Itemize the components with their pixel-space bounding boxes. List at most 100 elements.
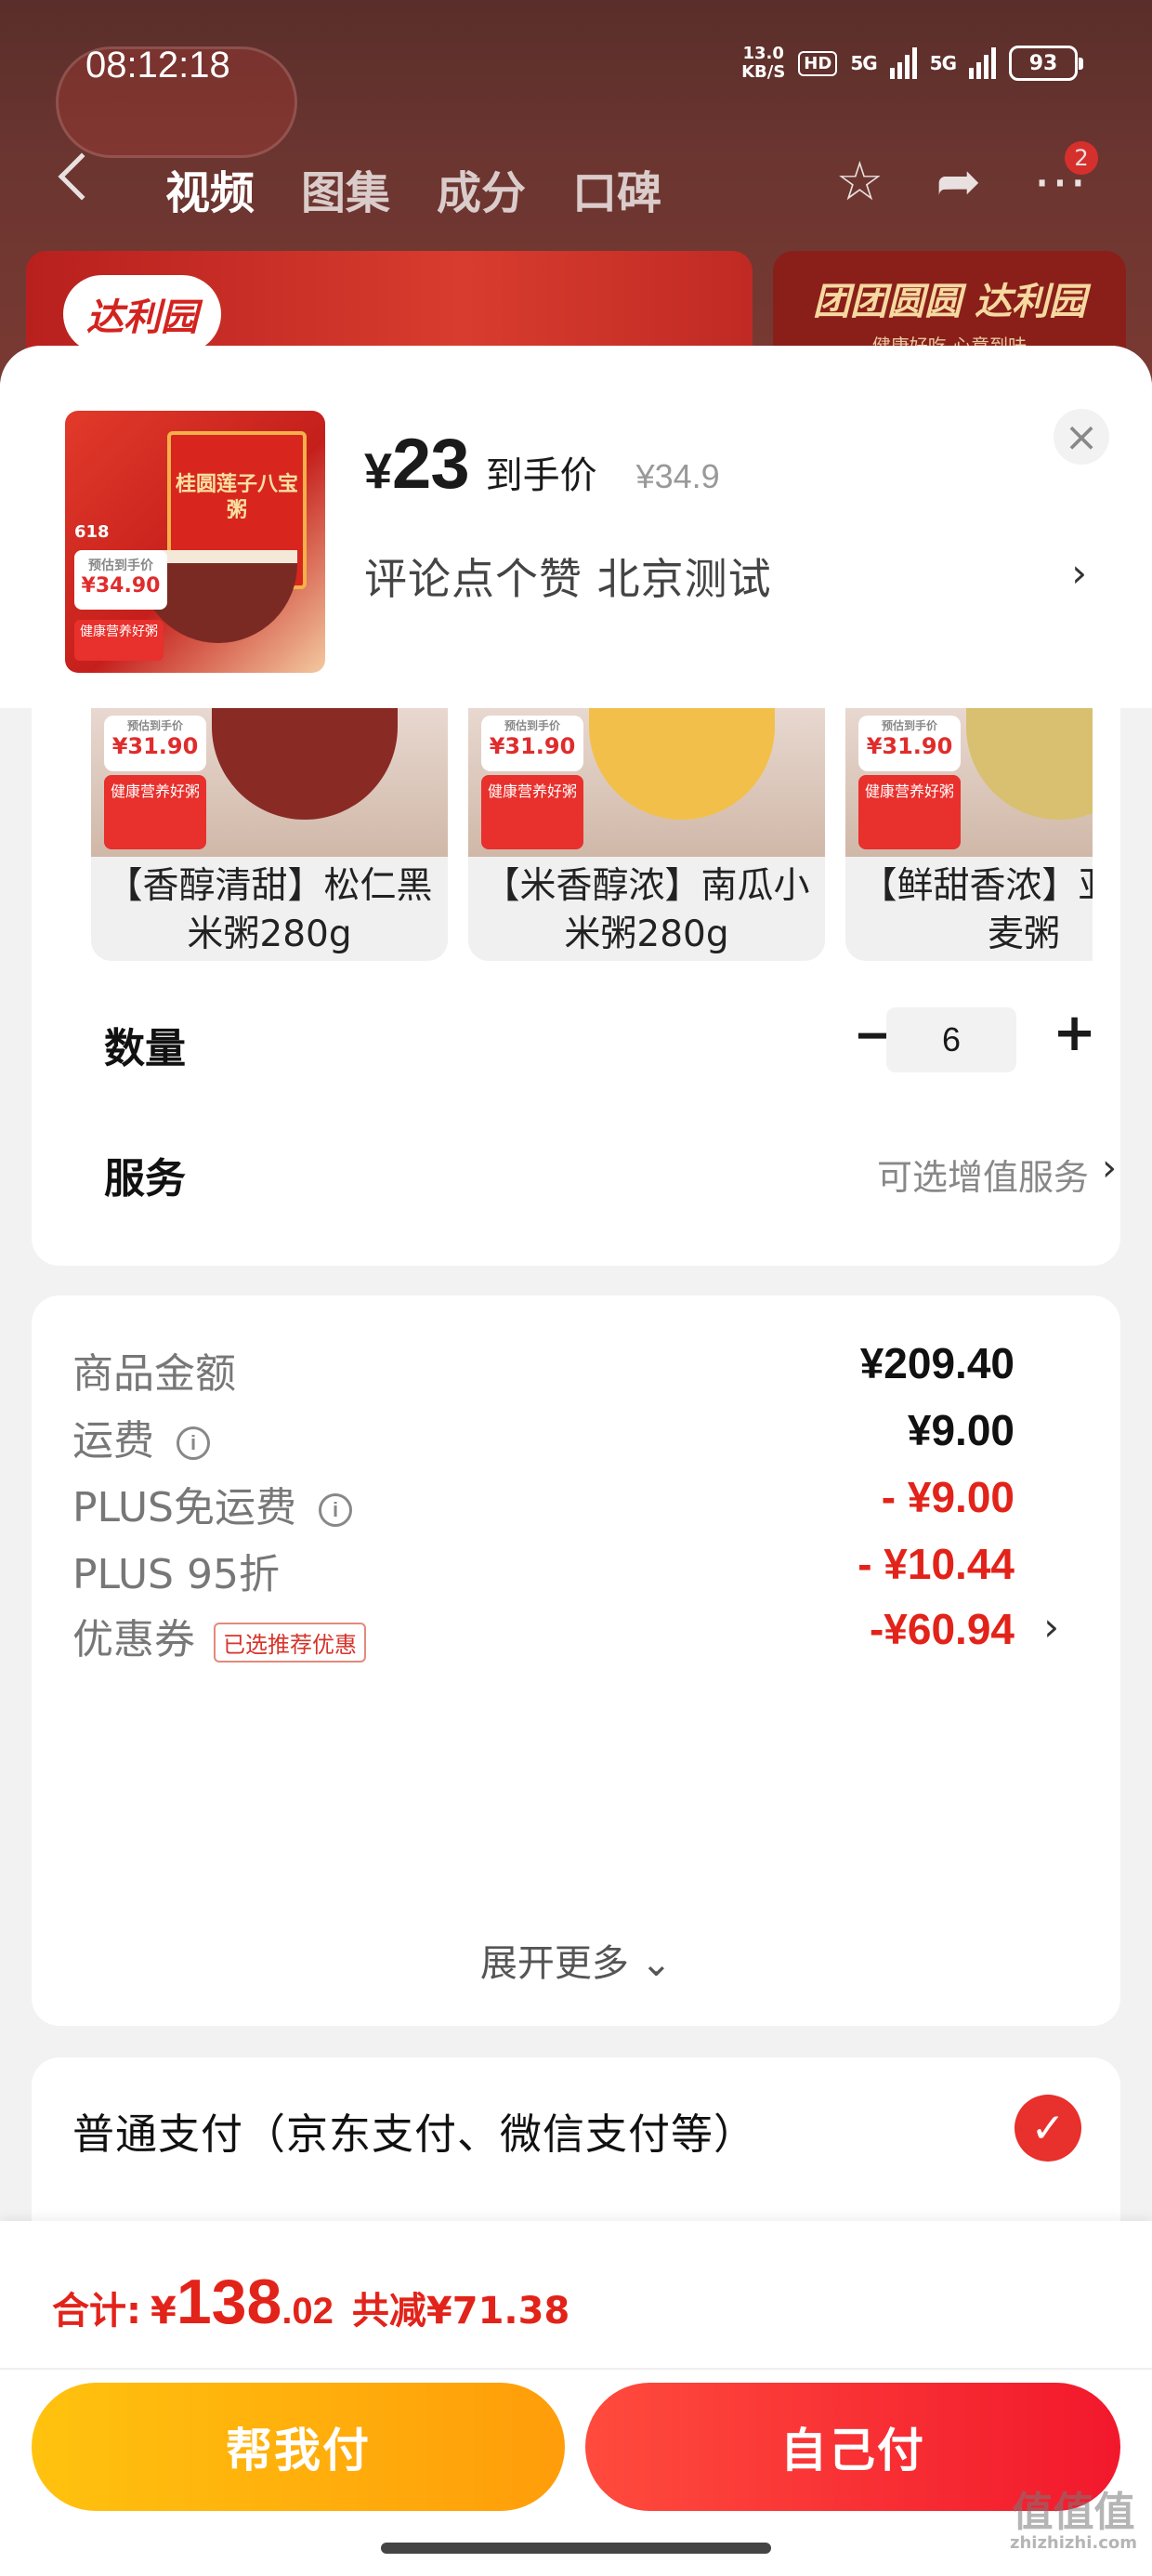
tab-gallery[interactable]: 图集 [301, 156, 390, 221]
chevron-right-icon: › [1043, 1604, 1059, 1649]
close-button[interactable]: × [1054, 409, 1109, 465]
total-label: 合计: [52, 2290, 141, 2333]
tab-video[interactable]: 视频 [165, 156, 255, 221]
coupon-tag: 已选推荐优惠 [214, 1622, 366, 1663]
variant-tag: 健康营养好粥 [858, 775, 961, 849]
summary-label: 运费 [72, 1417, 154, 1465]
thumb-618-label: 618 [74, 522, 110, 542]
more-icon[interactable]: ⋯ 2 [1033, 141, 1098, 214]
network-speed: 13.0 KB/S [741, 45, 785, 82]
thumb-tag: 健康营养好粥 [74, 620, 164, 661]
variant-price: 预估到手价 ¥31.90 [858, 716, 961, 771]
expand-more-button[interactable]: 展开更多 ⌄ [32, 1933, 1120, 1987]
watermark-logo: 值值值 zhizhizhi.com [1010, 2492, 1137, 2554]
notification-badge: 2 [1065, 141, 1098, 175]
price-row: ¥ 23 到手价 ¥34.9 [364, 424, 720, 505]
help-pay-button[interactable]: 帮我付 [32, 2383, 565, 2511]
summary-label: PLUS 95折 [72, 1551, 280, 1598]
variant-tag: 健康营养好粥 [104, 775, 206, 849]
currency-symbol: ¥ [364, 443, 393, 499]
quantity-input[interactable]: 6 [886, 1007, 1016, 1072]
price-summary-card: 商品金额 ¥209.40 运费 i ¥9.00 PLUS免运费 i - ¥9.00 … [32, 1295, 1120, 2026]
variant-price-value: ¥31.90 [866, 733, 953, 759]
variant-image: 预估到手价 ¥31.90 健康营养好粥 [468, 708, 825, 857]
summary-label-wrap: 优惠券 已选推荐优惠 [72, 1606, 366, 1665]
variant-item[interactable]: 预估到手价 ¥31.90 健康营养好粥 【香醇清甜】松仁黑米粥280g [91, 708, 448, 961]
variant-name: 【鲜甜香浓】亚籽燕麦粥 [860, 865, 1093, 955]
brand-logo: 达利园 [63, 275, 221, 353]
original-price: ¥34.9 [635, 457, 720, 495]
variant-bowl [966, 708, 1093, 820]
service-row[interactable]: 服务 可选增值服务 › [104, 1132, 1117, 1206]
summary-line-coupon[interactable]: 优惠券 已选推荐优惠 -¥60.94 › [72, 1598, 1080, 1663]
variant-item[interactable]: 预估到手价 ¥31.90 健康营养好粥 【米香醇浓】南瓜小米粥280g [468, 708, 825, 961]
variant-price-value: ¥31.90 [489, 733, 576, 759]
home-indicator[interactable] [381, 2543, 771, 2554]
brand-banner-title: 团团圆圆 达利园 [813, 281, 1086, 323]
quantity-plus-button[interactable]: + [1053, 1007, 1096, 1059]
info-icon[interactable]: i [177, 1426, 210, 1460]
summary-line-shipping: 运费 i ¥9.00 [72, 1400, 1080, 1465]
chevron-right-icon[interactable]: › [1071, 550, 1087, 596]
variant-tag: 健康营养好粥 [481, 775, 583, 849]
variant-image: 预估到手价 ¥31.90 健康营养好粥 [845, 708, 1093, 857]
status-icons: 13.0 KB/S HD 5G 5G 93 [741, 45, 1083, 82]
variant-bowl [589, 708, 775, 820]
tab-reviews[interactable]: 口碑 [572, 156, 661, 221]
product-thumbnail[interactable]: 桂圆莲子八宝粥 618 预估到手价 ¥34.90 健康营养好粥 [65, 411, 325, 673]
variant-name: 【香醇清甜】松仁黑米粥280g [106, 865, 433, 955]
summary-value: ¥209.40 [859, 1339, 1015, 1387]
share-icon[interactable]: ➦ [936, 149, 981, 214]
watermark-text: 值值值 [1012, 2489, 1135, 2536]
divider [0, 2368, 1152, 2370]
total-integer: 138 [176, 2267, 282, 2337]
thumb-price: 预估到手价 ¥34.90 [74, 550, 167, 610]
chevron-down-icon: ⌄ [640, 1942, 673, 1985]
summary-value: - ¥10.44 [857, 1540, 1015, 1588]
thumb-price-label: 预估到手价 [88, 559, 153, 573]
quantity-row: 数量 − 6 + [104, 1002, 1117, 1076]
info-icon[interactable]: i [319, 1493, 352, 1527]
summary-label: 商品金额 [72, 1350, 236, 1398]
chevron-right-icon: › [1102, 1147, 1117, 1189]
variant-bowl [212, 708, 398, 820]
summary-label-wrap: PLUS免运费 i [72, 1474, 352, 1533]
variant-item[interactable]: 预估到手价¥31.90 健康营养好粥 【鲜甜香浓】亚籽燕麦粥 [845, 708, 1093, 961]
close-icon: × [1064, 413, 1099, 461]
variant-price: 预估到手价 ¥31.90 [481, 716, 583, 771]
summary-value: -¥60.94 [869, 1605, 1015, 1653]
variant-price-label: 预估到手价 [881, 719, 937, 732]
variant-price-label: 预估到手价 [126, 719, 183, 732]
tab-ingredients[interactable]: 成分 [437, 156, 526, 221]
signal-bars-icon-2 [969, 47, 996, 79]
quantity-label: 数量 [104, 1025, 186, 1072]
variant-list[interactable]: 预估到手价 ¥31.90 健康营养好粥 【香醇清甜】松仁黑米粥280g 预估到手价… [91, 708, 1093, 961]
total-decimal: .02 [281, 2291, 334, 2332]
signal-5g-label: 5G [850, 52, 877, 74]
bottom-bar: 合计: ¥ 138 .02 共减¥71.38 帮我付 自己付 值值值 zhizhi… [0, 2221, 1152, 2576]
summary-line-plus-discount: PLUS 95折 - ¥10.44 [72, 1533, 1080, 1598]
back-icon[interactable] [58, 152, 106, 201]
check-icon[interactable]: ✓ [1015, 2095, 1081, 2162]
watermark-sub: zhizhizhi.com [1009, 2533, 1137, 2553]
expand-more-label: 展开更多 [479, 1942, 629, 1985]
signal-bars-icon [889, 47, 917, 79]
nav-actions: ☆ ➦ ⋯ 2 [835, 141, 1098, 214]
speed-unit: KB/S [741, 62, 786, 82]
star-icon[interactable]: ☆ [835, 149, 884, 214]
variant-price-label: 预估到手价 [504, 719, 560, 732]
service-value: 可选增值服务 [876, 1157, 1089, 1198]
nav-tabs: 视频 图集 成分 口碑 [165, 156, 661, 221]
summary-value: - ¥9.00 [881, 1473, 1015, 1521]
payment-method-label[interactable]: 普通支付（京东支付、微信支付等） [72, 2100, 756, 2161]
variant-price: 预估到手价 ¥31.90 [104, 716, 206, 771]
status-time: 08:12:18 [85, 45, 230, 85]
battery-icon: 93 [1009, 46, 1083, 81]
variant-name: 【米香醇浓】南瓜小米粥280g [483, 865, 810, 955]
sheet-header: 桂圆莲子八宝粥 618 预估到手价 ¥34.90 健康营养好粥 ¥ 23 到手价 … [0, 346, 1152, 708]
total-saved: 共减¥71.38 [351, 2290, 570, 2333]
status-bar: 08:12:18 13.0 KB/S HD 5G 5G 93 [0, 37, 1152, 102]
variant-price-value: ¥31.90 [111, 733, 199, 759]
total-currency: ¥ [151, 2290, 177, 2333]
selected-spec[interactable]: 评论点个赞 北京测试 [364, 545, 772, 607]
